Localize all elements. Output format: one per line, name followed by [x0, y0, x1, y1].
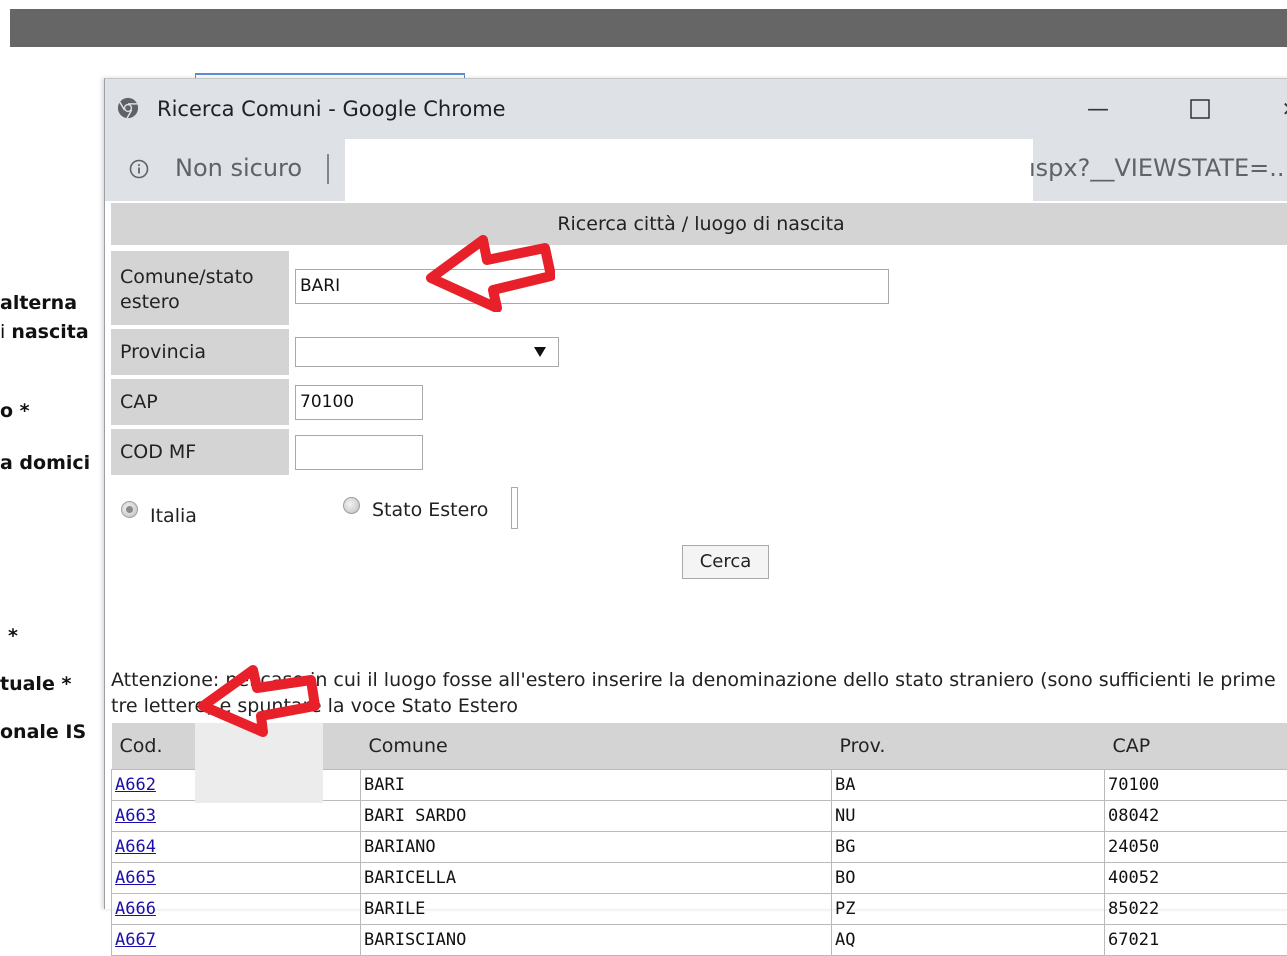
prov-cell: BA	[832, 769, 1105, 800]
cap-cell: 24050	[1105, 831, 1287, 862]
comune-cell: BARISCIANO	[361, 924, 832, 955]
table-row: A666 BARILE PZ 85022	[112, 893, 1287, 924]
bg-label-required-1: o *	[0, 400, 30, 422]
maximize-icon	[1190, 99, 1210, 119]
col-prov: Prov.	[832, 723, 1105, 769]
radio-stato-estero[interactable]	[343, 497, 360, 514]
form-header: Ricerca città / luogo di nascita	[111, 203, 1287, 245]
info-icon[interactable]	[129, 159, 149, 179]
radio-estero-label[interactable]: Stato Estero	[372, 499, 488, 521]
comune-cell: BARIANO	[361, 831, 832, 862]
col-comune: Comune	[361, 723, 832, 769]
cap-cell: 85022	[1105, 893, 1287, 924]
chevron-down-icon	[534, 347, 546, 358]
cap-cell: 08042	[1105, 800, 1287, 831]
title-bar: Ricerca Comuni - Google Chrome — ✕	[105, 79, 1287, 139]
cod-link[interactable]: A667	[115, 930, 156, 950]
popup-window: Ricerca Comuni - Google Chrome — ✕ Non s…	[104, 78, 1287, 909]
security-indicator[interactable]: Non sicuro	[175, 154, 302, 182]
prov-cell: NU	[832, 800, 1105, 831]
chrome-icon	[117, 97, 139, 119]
maximize-button[interactable]	[1177, 89, 1223, 129]
table-row: A665 BARICELLA BO 40052	[112, 862, 1287, 893]
bg-label-birth: i nascita	[0, 321, 89, 343]
bg-label-alternative: alterna	[0, 292, 77, 314]
close-button[interactable]: ✕	[1267, 89, 1287, 129]
comune-label: Comune/stato estero	[111, 251, 289, 325]
radio-italia[interactable]	[121, 501, 138, 518]
cod-link[interactable]: A666	[115, 899, 156, 919]
arrow-icon	[195, 660, 325, 740]
prov-cell: BO	[832, 862, 1105, 893]
comune-input[interactable]: BARI	[295, 269, 889, 304]
table-row: A664 BARIANO BG 24050	[112, 831, 1287, 862]
url-redaction	[345, 139, 1033, 201]
address-bar: Non sicuro ıspx?__VIEWSTATE=...	[105, 139, 1287, 201]
comune-cell: BARI SARDO	[361, 800, 832, 831]
cod-link[interactable]: A664	[115, 837, 156, 857]
col-cap: CAP	[1105, 723, 1287, 769]
top-bar	[10, 9, 1287, 47]
comune-cell: BARICELLA	[361, 862, 832, 893]
cod-link[interactable]: A665	[115, 868, 156, 888]
table-row: A663 BARI SARDO NU 08042	[112, 800, 1287, 831]
bg-label-current: tuale *	[0, 673, 71, 695]
radio-italia-label[interactable]: Italia	[150, 505, 197, 527]
bg-label-domicile: a domici	[0, 452, 90, 474]
table-row: A667 BARISCIANO AQ 67021	[112, 924, 1287, 955]
cod-link[interactable]: A663	[115, 806, 156, 826]
bg-label-national: onale IS	[0, 721, 86, 743]
address-separator	[327, 154, 329, 184]
bg-label-required-2: *	[8, 625, 18, 647]
cap-input[interactable]: 70100	[295, 385, 423, 420]
prov-cell: AQ	[832, 924, 1105, 955]
url-text[interactable]: ıspx?__VIEWSTATE=...	[1029, 154, 1287, 182]
cap-label: CAP	[111, 379, 289, 425]
cap-cell: 70100	[1105, 769, 1287, 800]
cod-link[interactable]: A662	[115, 775, 156, 795]
prov-cell: BG	[832, 831, 1105, 862]
codmf-input[interactable]	[295, 435, 423, 470]
comune-cell: BARI	[361, 769, 832, 800]
cap-cell: 40052	[1105, 862, 1287, 893]
comune-cell: BARILE	[361, 893, 832, 924]
minimize-button[interactable]: —	[1075, 89, 1121, 129]
prov-cell: PZ	[832, 893, 1105, 924]
hidden-field-box	[511, 487, 518, 529]
search-button[interactable]: Cerca	[682, 545, 769, 579]
provincia-label: Provincia	[111, 329, 289, 375]
arrow-icon	[425, 232, 555, 312]
codmf-label: COD MF	[111, 429, 289, 475]
window-title: Ricerca Comuni - Google Chrome	[157, 97, 506, 121]
cap-cell: 67021	[1105, 924, 1287, 955]
provincia-select[interactable]	[295, 337, 559, 367]
